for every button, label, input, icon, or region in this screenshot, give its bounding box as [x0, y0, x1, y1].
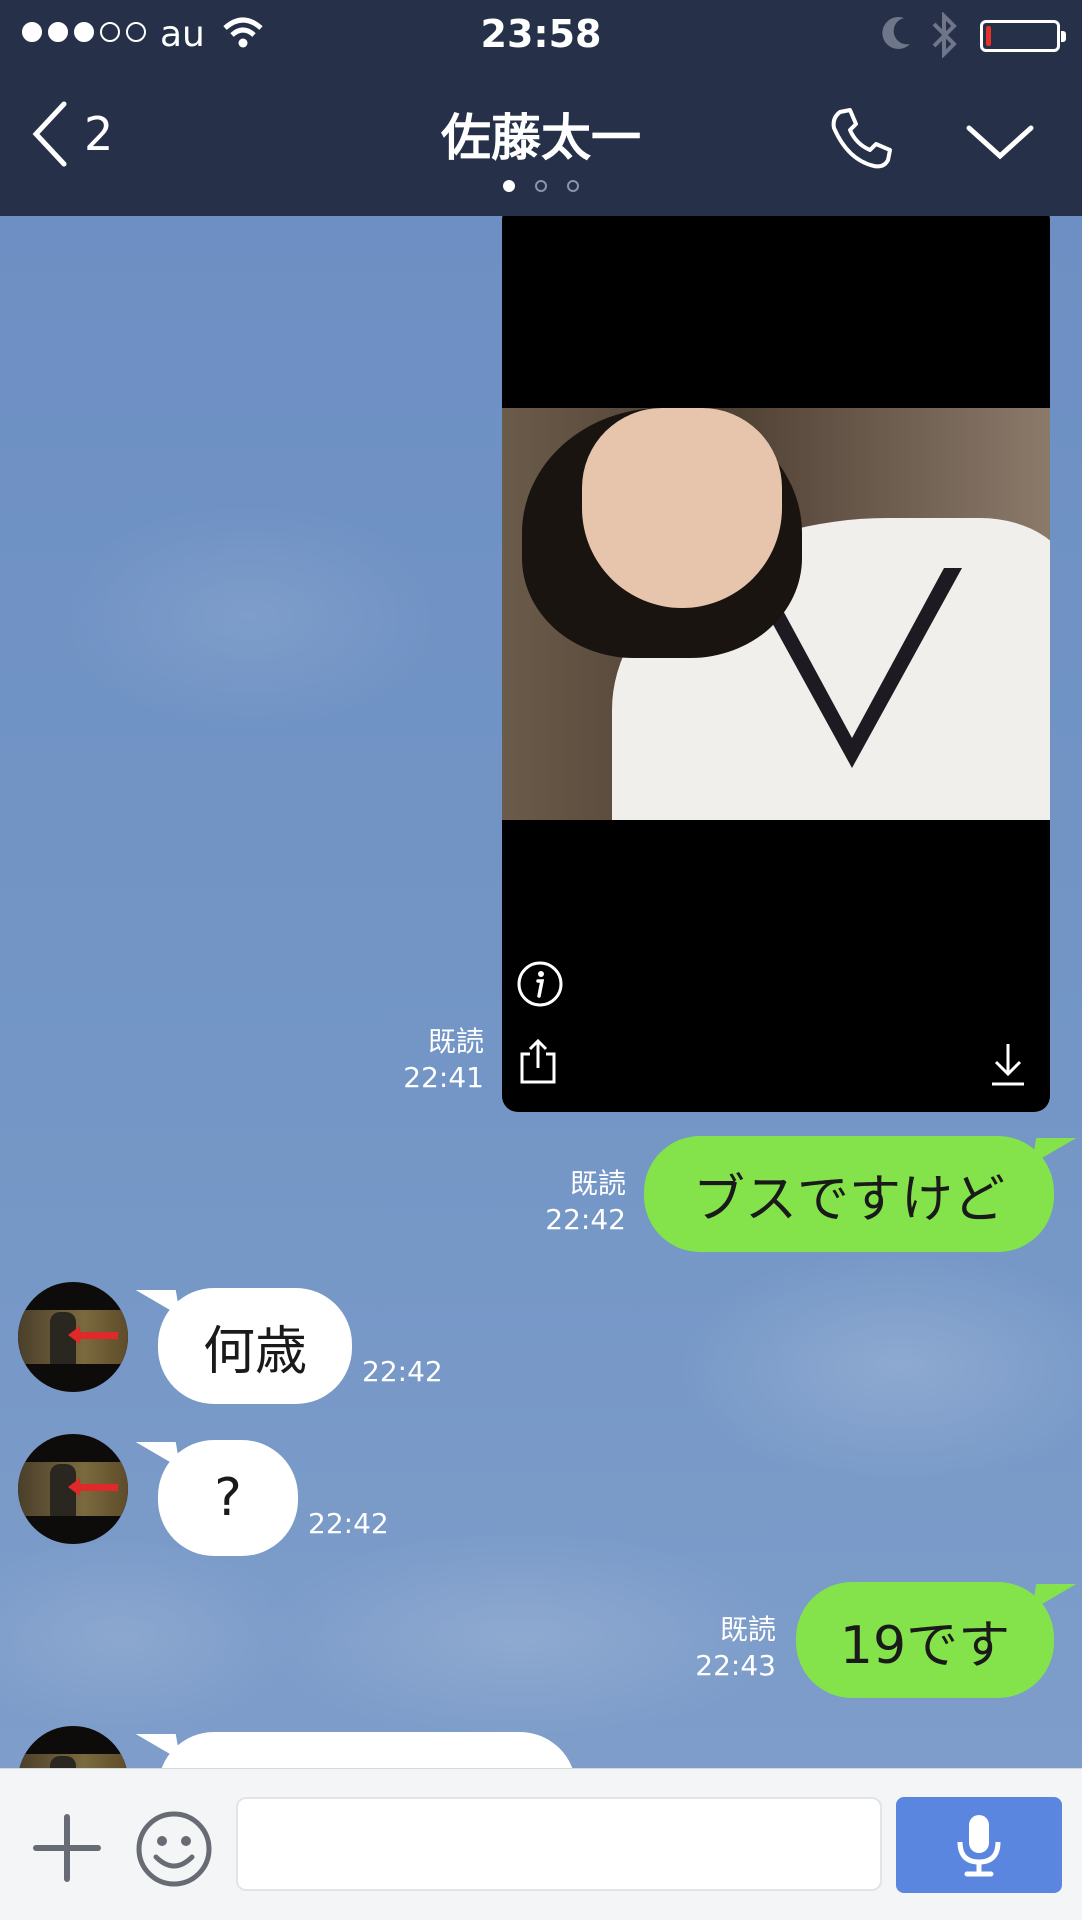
message-input[interactable]	[236, 1797, 882, 1891]
page-indicator	[0, 180, 1082, 192]
input-bar	[0, 1768, 1082, 1920]
chevron-down-icon[interactable]	[965, 122, 1035, 166]
message-time: 22:42	[545, 1203, 626, 1236]
outgoing-message-bubble[interactable]: 19です	[796, 1582, 1054, 1698]
moon-icon	[878, 14, 914, 58]
page-dot	[535, 180, 547, 192]
page-dot	[567, 180, 579, 192]
share-icon[interactable]	[518, 1038, 558, 1090]
download-icon[interactable]	[988, 1042, 1028, 1090]
contact-avatar[interactable]	[18, 1282, 128, 1392]
message-time: 22:42	[308, 1507, 389, 1540]
status-bar: au 23:58	[0, 0, 1082, 70]
message-time: 22:41	[403, 1061, 484, 1094]
bluetooth-icon	[930, 11, 960, 62]
chat-title: 佐藤太一	[441, 109, 641, 167]
incoming-message-bubble-partial[interactable]	[158, 1732, 576, 1768]
image-message[interactable]	[502, 216, 1050, 1112]
read-receipt: 既読	[427, 1025, 484, 1058]
incoming-message-bubble[interactable]: 何歳	[158, 1288, 352, 1404]
message-meta: 既読 22:43	[670, 1612, 776, 1684]
message-time: 22:42	[362, 1355, 443, 1388]
status-time: 23:58	[480, 12, 602, 56]
plus-icon[interactable]	[30, 1811, 104, 1889]
page-dot-active	[503, 180, 515, 192]
chat-area[interactable]: 既読 22:41 ブスですけど 既読 22:42 何歳 22:42 ? 22:4…	[0, 216, 1082, 1768]
message-meta: 既読 22:42	[520, 1166, 626, 1238]
nav-bar: 2 佐藤太一	[0, 70, 1082, 216]
contact-avatar[interactable]	[18, 1434, 128, 1544]
incoming-message-bubble[interactable]: ?	[158, 1440, 298, 1556]
message-meta: 既読 22:41	[380, 1024, 484, 1096]
contact-avatar[interactable]	[18, 1726, 128, 1768]
message-time: 22:43	[695, 1649, 776, 1682]
top-bar: au 23:58 2 佐藤太一	[0, 0, 1082, 216]
read-receipt: 既読	[719, 1613, 776, 1646]
microphone-button[interactable]	[896, 1797, 1062, 1893]
read-receipt: 既読	[569, 1167, 626, 1200]
emoji-icon[interactable]	[134, 1809, 214, 1893]
photo[interactable]	[502, 408, 1050, 820]
microphone-icon	[957, 1815, 1001, 1877]
battery-icon	[980, 20, 1066, 52]
phone-icon[interactable]	[828, 106, 894, 176]
info-icon[interactable]	[516, 960, 564, 1012]
outgoing-message-bubble[interactable]: ブスですけど	[644, 1136, 1054, 1252]
